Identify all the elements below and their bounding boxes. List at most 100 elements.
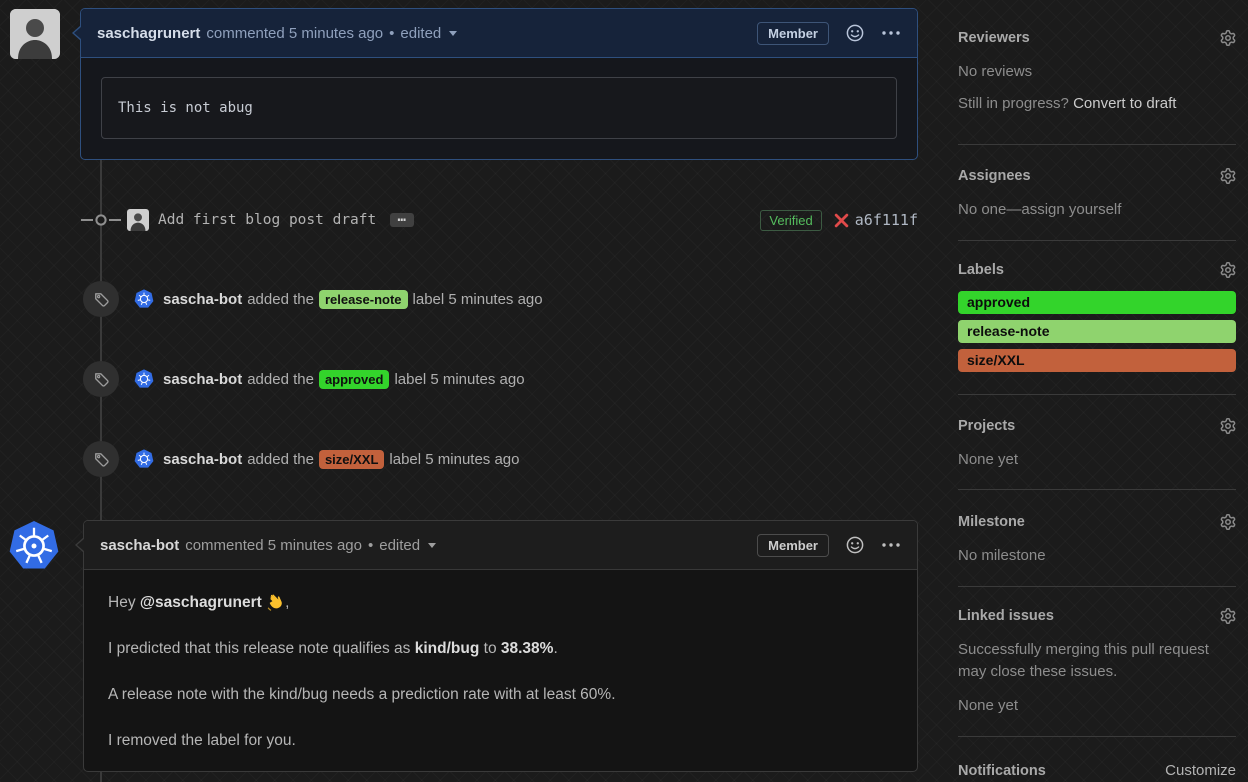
commit-description-toggle[interactable]: …: [390, 210, 415, 227]
label-chip[interactable]: size/XXL: [318, 449, 385, 469]
sidebar-divider: [958, 144, 1236, 145]
timeline-event-label-added: sascha-bot added the size/XXL label 5 mi…: [83, 441, 918, 477]
greeting-prefix: Hey: [108, 594, 140, 611]
person-photo-icon: [127, 209, 149, 231]
label-chip[interactable]: approved: [318, 369, 390, 389]
comment-body: Hey @saschagrunert , I predicted that th…: [84, 570, 917, 782]
prediction-text: .: [553, 640, 558, 657]
comment-options-button[interactable]: [881, 30, 901, 36]
projects-gear-icon[interactable]: [1220, 418, 1236, 434]
ci-failed-x-icon[interactable]: [834, 213, 849, 228]
chevron-down-icon[interactable]: [449, 30, 458, 36]
removal-line: I removed the label for you.: [108, 732, 296, 749]
projects-title: Projects: [958, 418, 1016, 434]
verified-badge[interactable]: Verified: [760, 209, 822, 231]
event-suffix-text: label 5 minutes ago: [412, 290, 543, 308]
customize-notifications-link[interactable]: Customize: [1165, 760, 1236, 782]
user-mention-link[interactable]: @saschagrunert: [140, 594, 262, 611]
event-actor-link[interactable]: sascha-bot: [163, 291, 242, 308]
kubernetes-logo-icon: [9, 521, 59, 569]
wave-emoji-icon: [267, 594, 282, 611]
event-actor-link[interactable]: sascha-bot: [163, 451, 242, 468]
event-suffix-text: label 5 minutes ago: [389, 450, 520, 468]
kubernetes-bot-avatar[interactable]: [134, 289, 154, 309]
greeting-suffix: ,: [285, 594, 290, 611]
sidebar-divider: [958, 586, 1236, 587]
event-action-text: added the: [247, 370, 314, 388]
edited-dropdown[interactable]: edited: [379, 537, 420, 554]
kind-bug-label: kind/bug: [414, 640, 480, 657]
linked-issues-gear-icon[interactable]: [1220, 608, 1236, 624]
convert-to-draft-link[interactable]: Convert to draft: [1073, 95, 1176, 112]
timeline-event-label-added: sascha-bot added the approved label 5 mi…: [83, 361, 918, 397]
git-commit-icon: [80, 212, 122, 228]
comment-options-button[interactable]: [881, 542, 901, 548]
commit-hash-link[interactable]: a6f111f: [855, 211, 918, 229]
comment-timestamp[interactable]: commented 5 minutes ago: [185, 537, 362, 554]
comment-timestamp[interactable]: commented 5 minutes ago: [206, 25, 383, 42]
commit-title-link[interactable]: Add first blog post draft: [158, 212, 376, 228]
linked-issues-description: Successfully merging this pull request m…: [958, 641, 1209, 680]
comment-author-link[interactable]: sascha-bot: [100, 537, 179, 554]
tag-icon: [94, 372, 109, 387]
timeline-event-label-added: sascha-bot added the release-note label …: [83, 281, 918, 317]
sidebar-label-size-xxl[interactable]: size/XXL: [958, 349, 1236, 372]
smiley-icon: [846, 24, 864, 42]
add-reaction-button[interactable]: [845, 535, 865, 555]
pr-conversation-page: saschagrunert commented 5 minutes ago • …: [0, 0, 1248, 782]
event-badge: [83, 361, 119, 397]
greeting-line: Hey @saschagrunert ,: [108, 591, 893, 615]
labels-title: Labels: [958, 262, 1004, 278]
event-badge: [83, 281, 119, 317]
kebab-horizontal-icon: [882, 31, 900, 35]
comment-bubble-caret: [75, 537, 84, 553]
assignees-empty-text: No one—: [958, 201, 1022, 218]
prediction-line: I predicted that this release note quali…: [108, 637, 893, 661]
tag-icon: [94, 452, 109, 467]
meta-bullet: •: [389, 24, 395, 42]
threshold-line: A release note with the kind/bug needs a…: [108, 686, 616, 703]
projects-empty-text: None yet: [958, 451, 1019, 468]
sidebar-label-release-note[interactable]: release-note: [958, 320, 1236, 343]
avatar-sascha-bot[interactable]: [8, 520, 60, 572]
kubernetes-bot-avatar[interactable]: [134, 369, 154, 389]
comment-header: sascha-bot commented 5 minutes ago • edi…: [84, 521, 917, 570]
sidebar-section-projects: Projects None yet: [958, 418, 1236, 471]
kubernetes-bot-avatar[interactable]: [134, 449, 154, 469]
sidebar: Reviewers No reviews Still in progress? …: [958, 0, 1236, 782]
assignees-gear-icon[interactable]: [1220, 168, 1236, 184]
prediction-text: to: [479, 640, 501, 657]
sidebar-label-approved[interactable]: approved: [958, 291, 1236, 314]
reviewers-title: Reviewers: [958, 30, 1030, 46]
assignees-title: Assignees: [958, 168, 1031, 184]
notifications-title: Notifications: [958, 763, 1046, 779]
event-actor-link[interactable]: sascha-bot: [163, 371, 242, 388]
sidebar-divider: [958, 240, 1236, 241]
avatar-saschagrunert[interactable]: [10, 9, 60, 59]
chevron-down-icon[interactable]: [428, 542, 437, 548]
milestone-gear-icon[interactable]: [1220, 514, 1236, 530]
comment-author-link[interactable]: saschagrunert: [97, 25, 200, 42]
comment-body: This is not abug: [81, 58, 917, 158]
commit-author-avatar[interactable]: [127, 209, 149, 231]
kebab-horizontal-icon: [882, 543, 900, 547]
code-block: This is not abug: [101, 77, 897, 139]
add-reaction-button[interactable]: [845, 23, 865, 43]
label-chip[interactable]: release-note: [318, 289, 408, 309]
edited-dropdown[interactable]: edited: [400, 25, 441, 42]
milestone-empty-text: No milestone: [958, 547, 1046, 564]
reviewers-gear-icon[interactable]: [1220, 30, 1236, 46]
milestone-title: Milestone: [958, 514, 1025, 530]
sidebar-section-notifications: Notifications Customize: [958, 760, 1236, 782]
person-photo-icon: [10, 9, 60, 59]
assign-yourself-link[interactable]: assign yourself: [1021, 201, 1121, 218]
labels-gear-icon[interactable]: [1220, 262, 1236, 278]
sidebar-section-assignees: Assignees No one—assign yourself: [958, 168, 1236, 221]
event-suffix-text: label 5 minutes ago: [394, 370, 525, 388]
sidebar-divider: [958, 489, 1236, 490]
draft-prompt-text: Still in progress?: [958, 95, 1074, 112]
sidebar-divider: [958, 736, 1236, 737]
sidebar-divider: [958, 394, 1236, 395]
linked-issues-title: Linked issues: [958, 608, 1054, 624]
prediction-text: I predicted that this release note quali…: [108, 640, 415, 657]
